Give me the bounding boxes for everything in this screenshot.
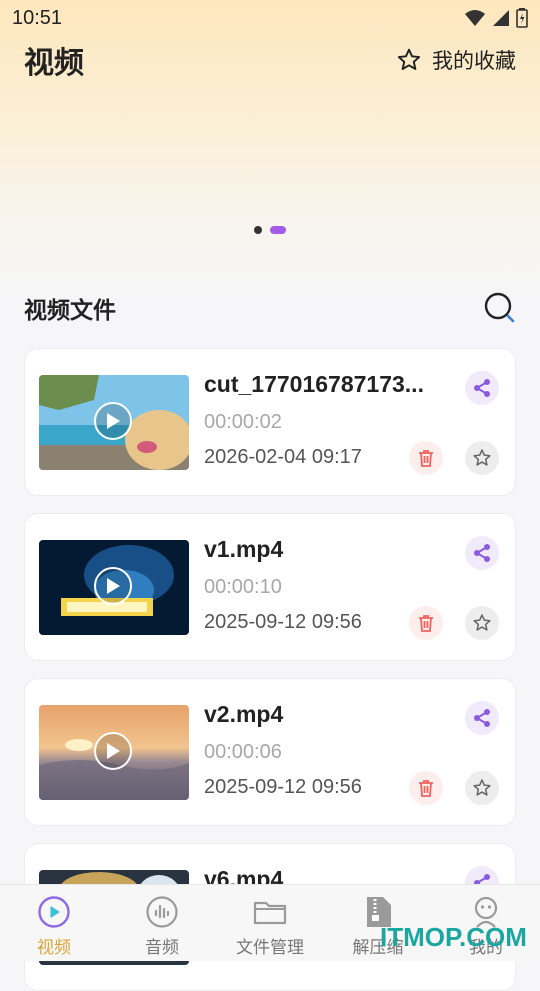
header: 视频 我的收藏 bbox=[0, 40, 540, 80]
signal-icon bbox=[493, 10, 509, 26]
tab-label: 音频 bbox=[145, 938, 179, 957]
share-icon bbox=[474, 379, 490, 397]
status-time: 10:51 bbox=[12, 6, 63, 29]
trash-icon bbox=[419, 450, 433, 467]
video-date: 2025-09-12 09:56 bbox=[204, 611, 362, 633]
delete-button[interactable] bbox=[409, 771, 443, 805]
trash-icon bbox=[419, 780, 433, 797]
video-duration: 00:00:02 bbox=[204, 411, 282, 433]
wifi-icon bbox=[465, 10, 485, 26]
delete-button[interactable] bbox=[409, 441, 443, 475]
share-button[interactable] bbox=[465, 536, 499, 570]
star-icon bbox=[473, 779, 491, 796]
section-header: 视频文件 bbox=[0, 288, 540, 328]
video-date: 2025-09-12 09:56 bbox=[204, 776, 362, 798]
share-button[interactable] bbox=[465, 701, 499, 735]
tab-label: 视频 bbox=[37, 938, 71, 957]
audio-bars-icon bbox=[146, 896, 178, 928]
status-bar: 10:51 bbox=[0, 0, 540, 36]
my-favorites-button[interactable]: 我的收藏 bbox=[396, 45, 516, 75]
banner-pagination bbox=[0, 226, 540, 234]
tab-video[interactable]: 视频 bbox=[4, 885, 104, 958]
video-name: v2.mp4 bbox=[204, 701, 284, 727]
favorite-button[interactable] bbox=[465, 441, 499, 475]
share-icon bbox=[474, 544, 490, 562]
video-duration: 00:00:06 bbox=[204, 741, 282, 763]
star-icon bbox=[473, 614, 491, 631]
video-card[interactable]: v1.mp4 00:00:10 2025-09-12 09:56 bbox=[24, 513, 516, 661]
folder-icon bbox=[253, 901, 287, 925]
tab-audio[interactable]: 音频 bbox=[112, 885, 212, 958]
video-thumbnail[interactable] bbox=[39, 375, 189, 470]
video-name: cut_177016787173... bbox=[204, 371, 424, 397]
search-icon[interactable] bbox=[484, 292, 516, 324]
play-circle-icon bbox=[38, 896, 70, 928]
battery-icon bbox=[516, 8, 528, 28]
video-thumbnail[interactable] bbox=[39, 540, 189, 635]
video-date: 2026-02-04 09:17 bbox=[204, 446, 362, 468]
video-thumbnail[interactable] bbox=[39, 705, 189, 800]
share-button[interactable] bbox=[465, 371, 499, 405]
play-icon[interactable] bbox=[94, 732, 132, 770]
star-icon bbox=[397, 48, 421, 70]
star-icon bbox=[473, 449, 491, 466]
video-card[interactable]: v2.mp4 00:00:06 2025-09-12 09:56 bbox=[24, 678, 516, 826]
favorite-button[interactable] bbox=[465, 771, 499, 805]
share-icon bbox=[474, 709, 490, 727]
play-icon[interactable] bbox=[94, 402, 132, 440]
video-duration: 00:00:10 bbox=[204, 576, 282, 598]
video-name: v1.mp4 bbox=[204, 536, 284, 562]
video-card[interactable]: cut_177016787173... 00:00:02 2026-02-04 … bbox=[24, 348, 516, 496]
delete-button[interactable] bbox=[409, 606, 443, 640]
favorites-label: 我的收藏 bbox=[432, 50, 516, 73]
trash-icon bbox=[419, 615, 433, 632]
tab-label: 文件管理 bbox=[236, 938, 304, 957]
banner-dot-2[interactable] bbox=[270, 226, 286, 234]
section-title: 视频文件 bbox=[24, 297, 116, 323]
favorite-button[interactable] bbox=[465, 606, 499, 640]
tab-file-manager[interactable]: 文件管理 bbox=[220, 885, 320, 958]
banner-dot-1[interactable] bbox=[254, 226, 262, 234]
watermark: ITMOP.COM bbox=[380, 922, 527, 952]
page-title: 视频 bbox=[24, 47, 84, 80]
play-icon[interactable] bbox=[94, 567, 132, 605]
